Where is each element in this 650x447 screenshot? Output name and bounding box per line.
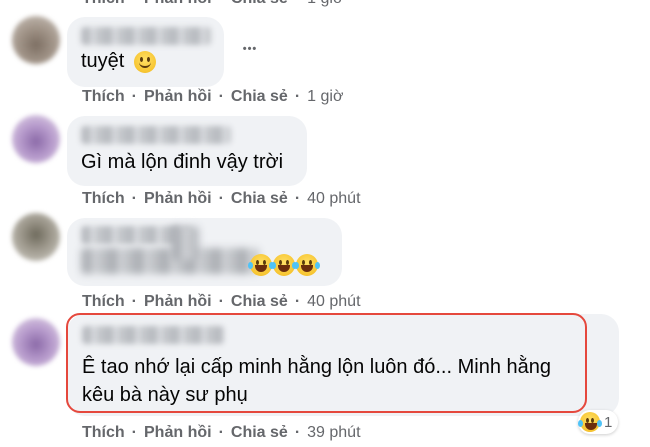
timestamp[interactable]: 1 giờ	[307, 0, 343, 8]
share-link[interactable]: Chia sẻ	[231, 190, 288, 208]
more-icon: •••	[242, 43, 258, 55]
avatar[interactable]	[12, 213, 60, 261]
comment-actions: Thích · Phản hồi · Chia sẻ · 39 phút	[82, 424, 361, 442]
like-link[interactable]: Thích	[82, 190, 125, 208]
like-link[interactable]: Thích	[82, 88, 125, 106]
reply-link[interactable]: Phản hồi	[144, 0, 212, 8]
blurred-author-name	[81, 27, 211, 45]
avatar[interactable]	[12, 115, 60, 163]
timestamp[interactable]: 40 phút	[307, 293, 360, 311]
reply-link[interactable]: Phản hồi	[144, 424, 212, 442]
reaction-badge[interactable]: 1	[578, 410, 619, 434]
timestamp[interactable]: 1 giờ	[307, 88, 343, 106]
comment-actions: Thích · Phản hồi · Chia sẻ · 1 giờ	[82, 88, 344, 106]
comment-actions: Thích · Phản hồi · Chia sẻ · 40 phút	[82, 293, 361, 311]
reply-link[interactable]: Phản hồi	[144, 88, 212, 106]
blurred-comment-text	[171, 226, 199, 260]
laughing-emoji	[294, 254, 320, 276]
comment-text-line-1: Ê tao nhớ lại cấp minh hằng lộn luôn đó.…	[82, 356, 551, 378]
comment-bubble: Gì mà lộn đinh vậy trời	[67, 116, 307, 186]
comment-text: Gì mà lộn đinh vậy trời	[81, 151, 284, 173]
avatar[interactable]	[12, 16, 60, 64]
blurred-comment-text	[81, 248, 259, 274]
timestamp[interactable]: 39 phút	[307, 424, 360, 442]
timestamp[interactable]: 40 phút	[307, 190, 360, 208]
share-link[interactable]: Chia sẻ	[231, 424, 288, 442]
reaction-count: 1	[604, 413, 613, 431]
reply-link[interactable]: Phản hồi	[144, 190, 212, 208]
comment-text-line-2: kêu bà này sư phụ	[82, 384, 248, 406]
laughing-emoji	[248, 254, 274, 276]
comment-text: tuyệt	[81, 50, 125, 72]
like-link[interactable]: Thích	[82, 424, 125, 442]
laughing-emoji	[271, 254, 297, 276]
laughing-emoji-group	[248, 254, 320, 276]
smile-emoji	[133, 50, 156, 73]
comment-bubble	[67, 218, 342, 286]
comment-bubble: tuyệt	[67, 17, 224, 87]
more-options-button[interactable]: •••	[233, 32, 267, 66]
like-link[interactable]: Thích	[82, 293, 125, 311]
laughing-emoji	[578, 412, 602, 432]
comment-actions: Thích · Phản hồi · Chia sẻ · 40 phút	[82, 190, 361, 208]
share-link[interactable]: Chia sẻ	[231, 293, 288, 311]
comment-actions: Thích · Phản hồi · Chia sẻ · 1 giờ	[82, 0, 343, 8]
share-link[interactable]: Chia sẻ	[231, 0, 288, 8]
share-link[interactable]: Chia sẻ	[231, 88, 288, 106]
blurred-author-name	[82, 326, 224, 344]
reply-link[interactable]: Phản hồi	[144, 293, 212, 311]
like-link[interactable]: Thích	[82, 0, 125, 8]
avatar[interactable]	[12, 318, 60, 366]
blurred-author-name	[81, 126, 231, 144]
